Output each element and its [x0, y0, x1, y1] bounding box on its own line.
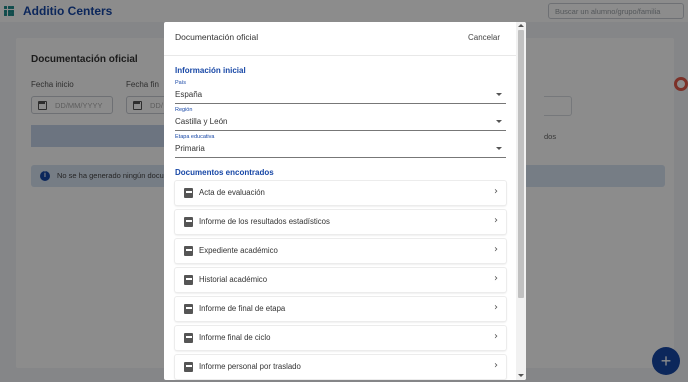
chevron-right-icon: ›: [494, 273, 498, 284]
document-label: Expediente académico: [199, 246, 278, 255]
official-docs-dialog: Documentación oficial Cancelar Informaci…: [164, 22, 526, 380]
dropdown-arrow-icon: [496, 120, 502, 123]
country-select[interactable]: País España: [175, 80, 506, 104]
stage-label: Etapa educativa: [175, 134, 215, 140]
document-label: Informe personal por traslado: [199, 362, 301, 371]
cancel-button[interactable]: Cancelar: [468, 33, 500, 42]
document-label: Informe de final de etapa: [199, 304, 286, 313]
pdf-file-icon: [184, 304, 193, 314]
document-label: Informe de los resultados estadísticos: [199, 217, 330, 226]
document-label: Informe final de ciclo: [199, 333, 271, 342]
document-item[interactable]: Informe final de ciclo ›: [175, 326, 506, 350]
pdf-file-icon: [184, 333, 193, 343]
pdf-file-icon: [184, 217, 193, 227]
country-label: País: [175, 80, 187, 86]
region-select[interactable]: Región Castilla y León: [175, 107, 506, 131]
documents-found-heading: Documentos encontrados: [175, 168, 274, 177]
document-item[interactable]: Informe de final de etapa ›: [175, 297, 506, 321]
pdf-file-icon: [184, 246, 193, 256]
pdf-file-icon: [184, 362, 193, 372]
pdf-file-icon: [184, 275, 193, 285]
chevron-right-icon: ›: [494, 215, 498, 226]
dialog-scrollbar[interactable]: [516, 22, 526, 380]
chevron-right-icon: ›: [494, 186, 498, 197]
stage-select[interactable]: Etapa educativa Primaria: [175, 134, 506, 158]
document-label: Historial académico: [199, 275, 268, 284]
dialog-title: Documentación oficial: [175, 32, 259, 42]
initial-info-heading: Información inicial: [175, 66, 246, 75]
country-value: España: [175, 90, 203, 99]
document-item[interactable]: Expediente académico ›: [175, 239, 506, 263]
region-label: Región: [175, 107, 193, 113]
chevron-right-icon: ›: [494, 360, 498, 371]
document-item[interactable]: Historial académico ›: [175, 268, 506, 292]
document-item[interactable]: Informe de los resultados estadísticos ›: [175, 210, 506, 234]
document-label: Acta de evaluación: [199, 188, 265, 197]
chevron-right-icon: ›: [494, 244, 498, 255]
chevron-right-icon: ›: [494, 302, 498, 313]
document-item[interactable]: Acta de evaluación ›: [175, 181, 506, 205]
dialog-header: Documentación oficial Cancelar: [164, 22, 516, 56]
stage-value: Primaria: [175, 144, 205, 153]
pdf-file-icon: [184, 188, 193, 198]
region-value: Castilla y León: [175, 117, 228, 126]
scroll-down-arrow-icon[interactable]: [518, 374, 524, 377]
scroll-up-arrow-icon[interactable]: [518, 24, 524, 27]
dropdown-arrow-icon: [496, 93, 502, 96]
dropdown-arrow-icon: [496, 147, 502, 150]
document-item[interactable]: Informe personal por traslado ›: [175, 355, 506, 379]
scrollbar-thumb[interactable]: [518, 30, 524, 298]
chevron-right-icon: ›: [494, 331, 498, 342]
